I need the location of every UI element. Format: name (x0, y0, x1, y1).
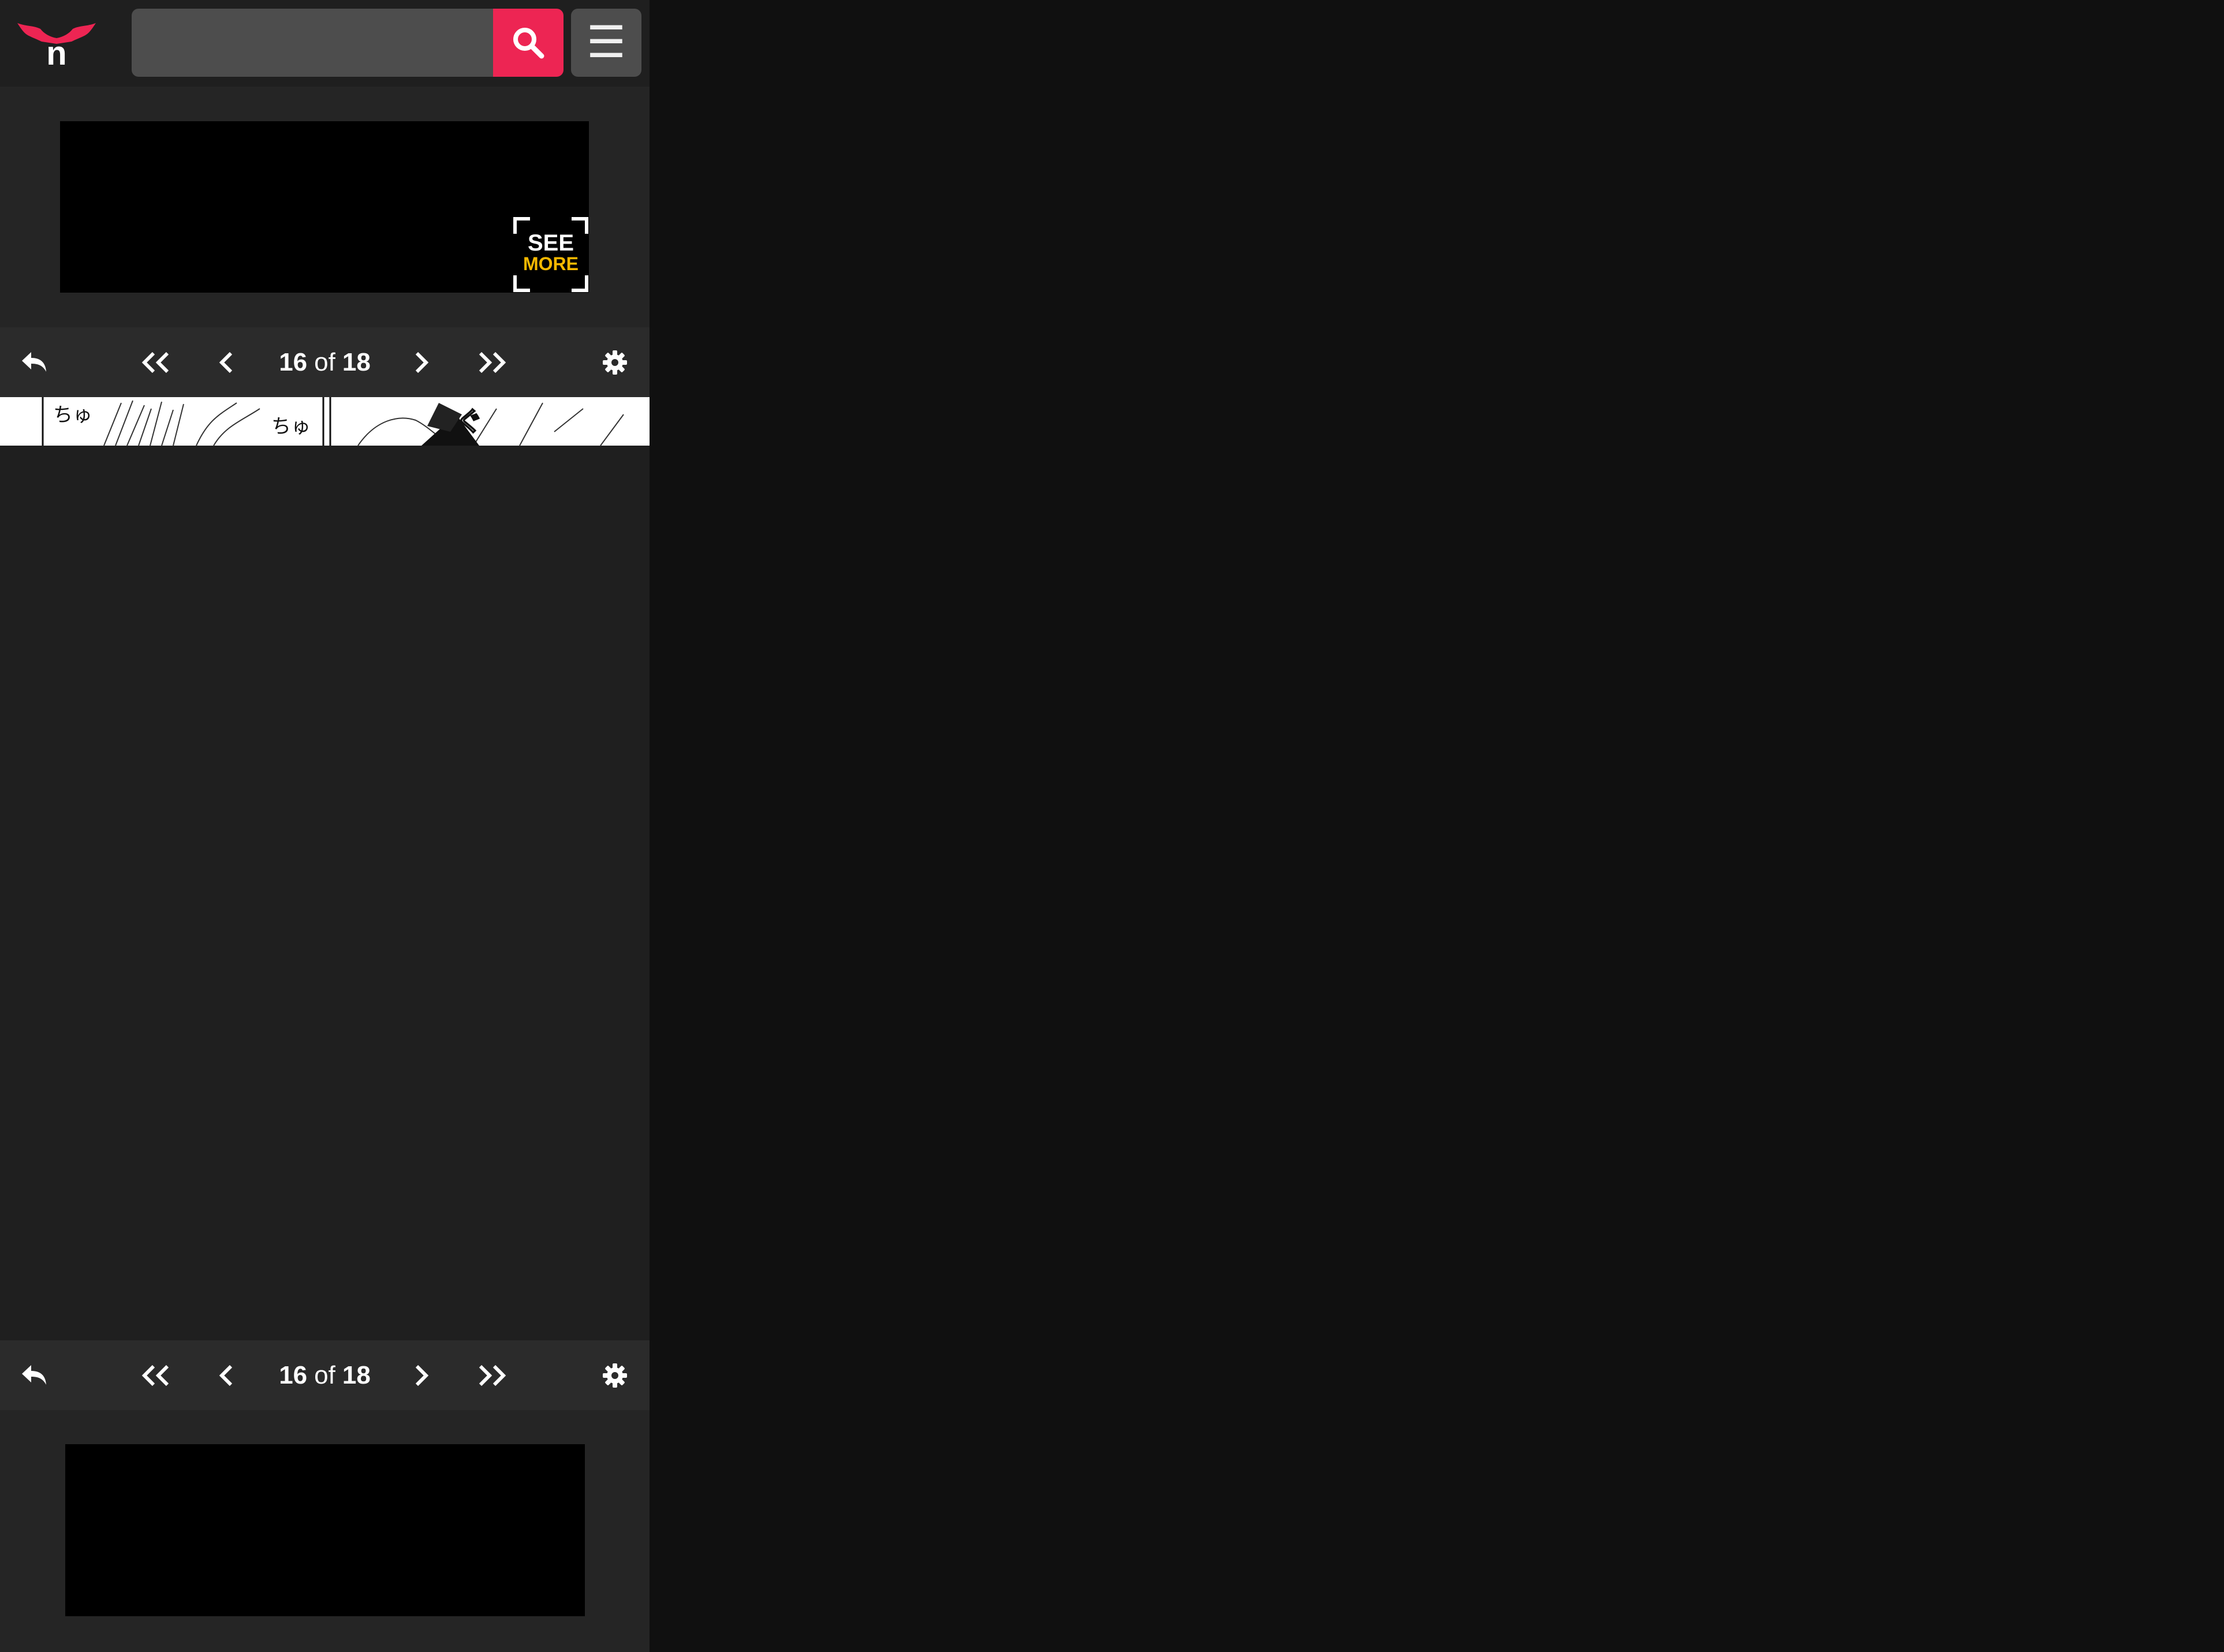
double-chevron-right-icon (479, 352, 506, 373)
current-page-number: 16 (279, 1361, 308, 1389)
previous-page-button[interactable] (203, 1340, 249, 1410)
reader-settings-button[interactable] (592, 327, 638, 397)
back-to-gallery-button[interactable] (12, 327, 58, 397)
double-chevron-left-icon (141, 1365, 169, 1386)
reply-icon (22, 352, 46, 372)
top-navbar: n ☰ (0, 0, 650, 87)
reader-nav-bottom: 16 of 18 (0, 1340, 650, 1410)
sfx-text-left: ちゅ (53, 403, 92, 427)
chevron-left-icon (219, 352, 233, 373)
page-of-label: of (314, 347, 335, 376)
see-more-label-more: MORE (523, 253, 579, 274)
chevron-left-icon (219, 1365, 233, 1386)
content-column: n ☰ SEE MORE 16 of 18 ちゅ ちゅ ぐ 16 of 18 (0, 0, 650, 1652)
ad-banner-top[interactable]: SEE MORE (60, 121, 589, 293)
gear-icon (603, 350, 627, 375)
hamburger-icon: ☰ (586, 18, 626, 67)
ad-bottom-container (0, 1410, 650, 1652)
logo-letter: n (46, 35, 66, 67)
last-page-button[interactable] (469, 327, 515, 397)
see-more-button[interactable]: SEE MORE (513, 216, 589, 293)
double-chevron-right-icon (479, 1365, 506, 1386)
total-pages-number: 18 (342, 1361, 371, 1389)
next-page-button[interactable] (398, 327, 445, 397)
page-of-label: of (314, 1361, 335, 1389)
first-page-button[interactable] (133, 1340, 179, 1410)
total-pages-number: 18 (342, 347, 371, 376)
page-counter: 16 of 18 (254, 1340, 395, 1410)
double-chevron-left-icon (141, 352, 169, 373)
page-counter: 16 of 18 (254, 327, 395, 397)
search-button[interactable] (493, 9, 564, 77)
next-page-button[interactable] (398, 1340, 445, 1410)
previous-page-button[interactable] (203, 327, 249, 397)
menu-button[interactable]: ☰ (571, 9, 641, 77)
image-loading-area (0, 446, 650, 1340)
logo-bat-icon: n (17, 23, 96, 67)
last-page-button[interactable] (469, 1340, 515, 1410)
reader-settings-button[interactable] (592, 1340, 638, 1410)
gear-icon (603, 1363, 627, 1388)
chevron-right-icon (415, 352, 429, 373)
ad-top-container: SEE MORE (0, 87, 650, 327)
sfx-text-right: ぐ (456, 406, 483, 437)
search-input[interactable] (132, 9, 493, 77)
manga-page-image[interactable]: ちゅ ちゅ ぐ (0, 397, 650, 446)
sfx-text-middle: ちゅ (271, 415, 311, 438)
current-page-number: 16 (279, 347, 308, 376)
reader-nav-top: 16 of 18 (0, 327, 650, 397)
site-logo[interactable]: n (16, 21, 97, 67)
ad-banner-bottom[interactable] (65, 1444, 585, 1616)
search-icon (513, 28, 544, 59)
first-page-button[interactable] (133, 327, 179, 397)
back-to-gallery-button[interactable] (12, 1340, 58, 1410)
reply-icon (22, 1365, 46, 1385)
see-more-label-see: SEE (527, 230, 574, 256)
manga-page-illustration: ちゅ ちゅ ぐ (0, 397, 650, 446)
chevron-right-icon (415, 1365, 429, 1386)
